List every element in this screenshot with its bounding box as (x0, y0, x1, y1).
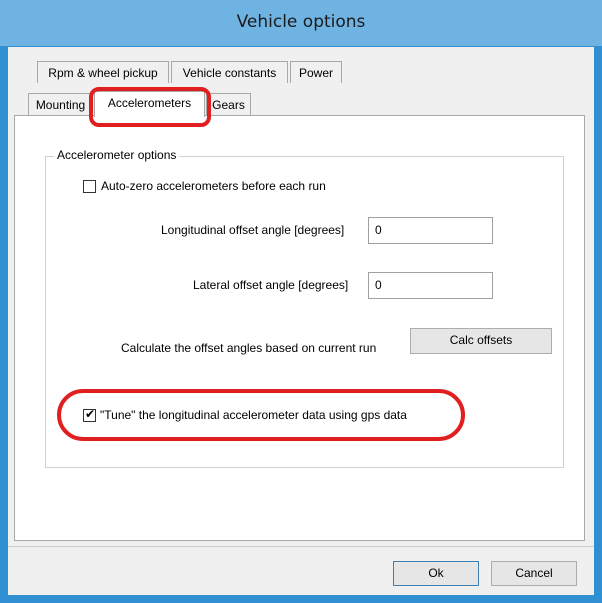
tab-label: Mounting (35, 98, 86, 112)
lateral-offset-label: Lateral offset angle [degrees] (193, 278, 349, 292)
longitudinal-offset-input[interactable]: 0 (368, 217, 493, 244)
input-value: 0 (375, 223, 382, 237)
button-label: Ok (428, 566, 444, 580)
title-bar[interactable]: Vehicle options (0, 0, 602, 46)
checkmark-icon: ✔ (85, 407, 96, 421)
group-title: Accelerometer options (54, 148, 180, 162)
input-value: 0 (375, 278, 382, 292)
cancel-button[interactable]: Cancel (491, 561, 577, 586)
tab-label: Power (298, 66, 333, 80)
longitudinal-offset-label: Longitudinal offset angle [degrees] (161, 223, 345, 237)
tab-label: Rpm & wheel pickup (48, 66, 158, 80)
tab-accelerometers[interactable]: Accelerometers (94, 91, 205, 117)
tune-checkbox[interactable]: ✔ (83, 407, 96, 422)
lateral-offset-input[interactable]: 0 (368, 272, 493, 299)
button-label: Calc offsets (449, 333, 513, 347)
accelerometers-panel: Accelerometer options Auto-zero accelero… (14, 115, 585, 541)
calc-offsets-button[interactable]: Calc offsets (410, 328, 552, 354)
tab-rpm-wheel-pickup[interactable]: Rpm & wheel pickup (37, 61, 169, 83)
tab-label: Accelerometers (107, 96, 192, 110)
tab-vehicle-constants[interactable]: Vehicle constants (171, 61, 288, 83)
ok-button[interactable]: Ok (393, 561, 479, 586)
window-title: Vehicle options (236, 12, 366, 32)
tab-power[interactable]: Power (290, 61, 342, 83)
auto-zero-checkbox[interactable] (83, 180, 96, 193)
tab-gears[interactable]: Gears (206, 93, 251, 115)
footer-separator (8, 546, 594, 547)
calc-offsets-label: Calculate the offset angles based on cur… (121, 341, 377, 355)
tab-label: Vehicle constants (182, 66, 277, 80)
auto-zero-label: Auto-zero accelerometers before each run (101, 179, 326, 193)
tab-mounting[interactable]: Mounting (28, 93, 93, 115)
tune-label: "Tune" the longitudinal accelerometer da… (100, 408, 407, 422)
tab-label: Gears (212, 98, 245, 112)
button-label: Cancel (515, 566, 553, 580)
